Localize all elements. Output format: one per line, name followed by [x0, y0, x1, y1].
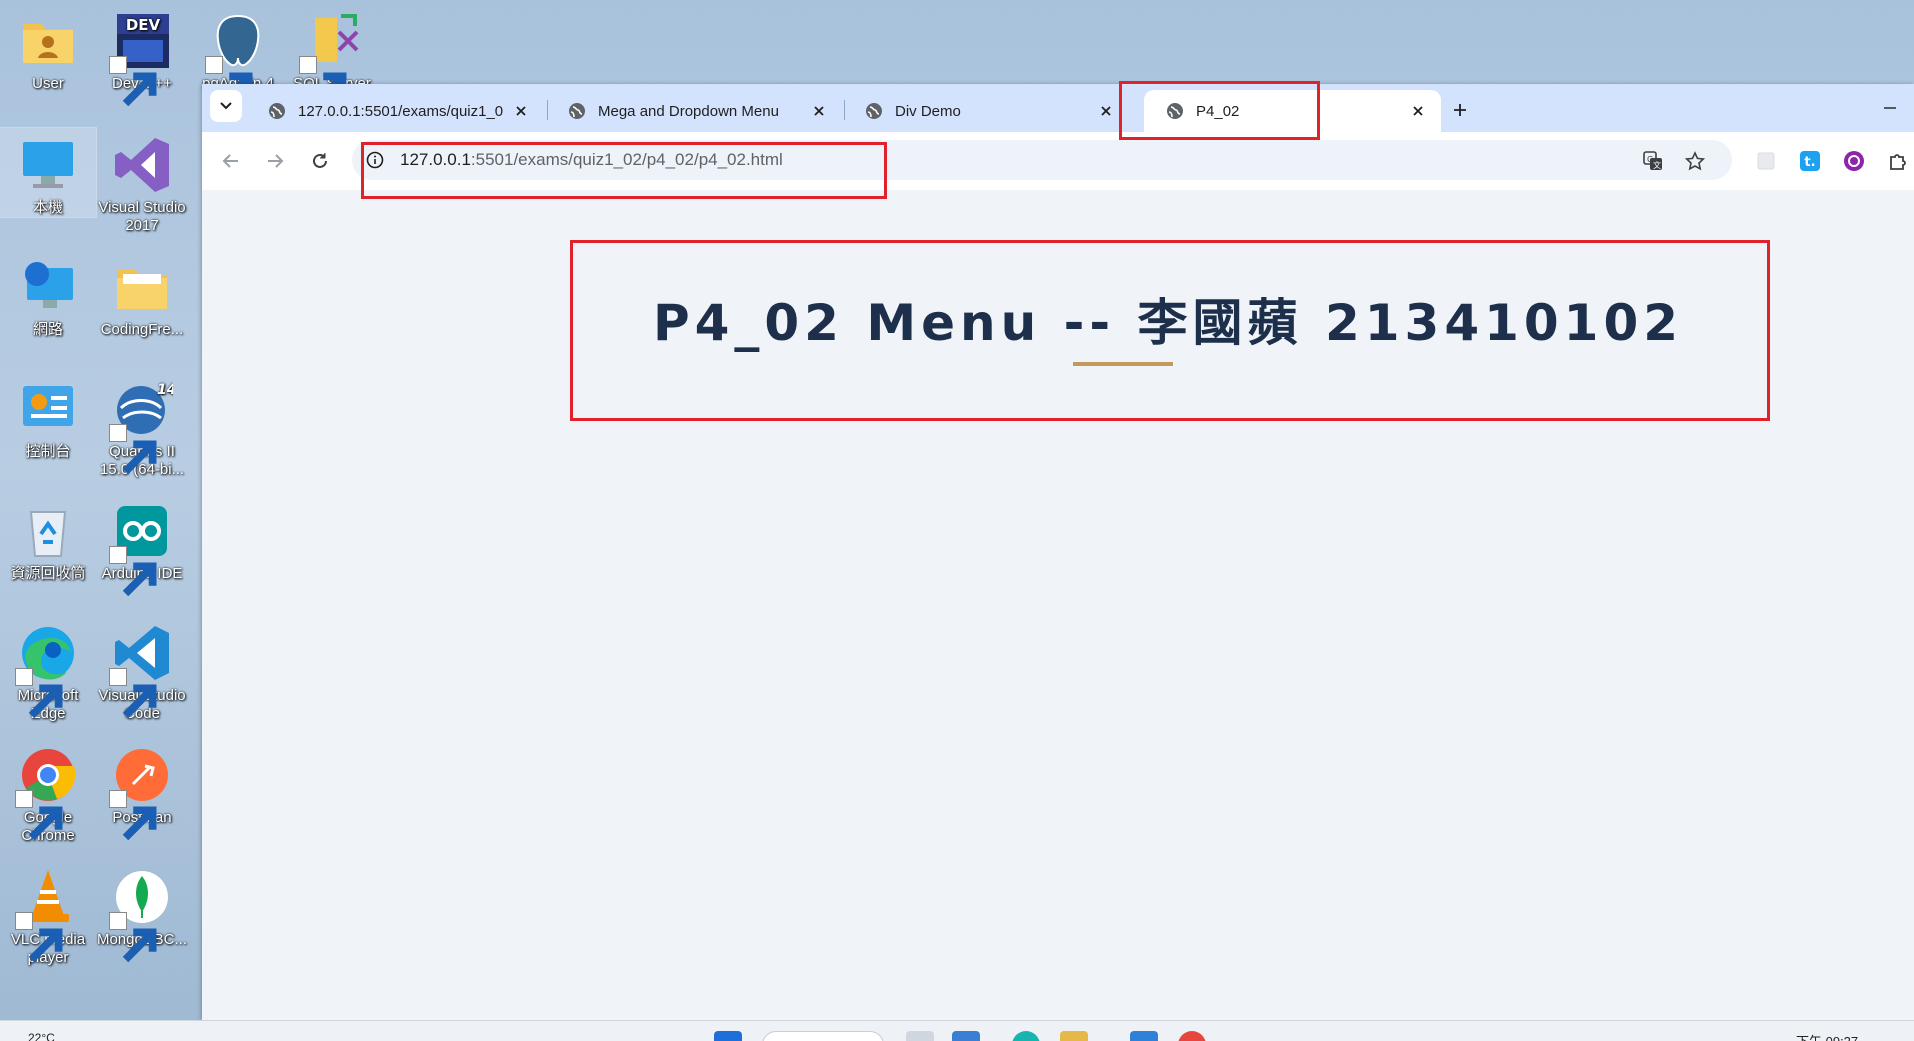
tab-mega-dropdown-menu[interactable]: Mega and Dropdown Menu [546, 90, 842, 132]
shortcut-arrow-icon [15, 790, 63, 841]
svg-text:14: 14 [157, 382, 173, 398]
purple-extension-icon [1844, 151, 1864, 171]
plus-icon [1454, 104, 1466, 116]
desktop-icon-sql-server[interactable]: SQL Server [284, 4, 380, 107]
shortcut-arrow-icon [205, 56, 253, 107]
globe-icon [866, 103, 882, 119]
close-icon [1101, 106, 1111, 116]
minimize-icon [1884, 107, 1896, 109]
desktop-icon-devcpp[interactable]: DEV Dev-C++ [94, 4, 190, 107]
tab-title: Mega and Dropdown Menu [598, 102, 779, 120]
visual-studio-icon [115, 138, 169, 192]
arrow-left-icon [222, 154, 238, 168]
shortcut-arrow-icon [109, 790, 157, 841]
translate-button[interactable]: G文 [1642, 150, 1664, 172]
close-icon [814, 106, 824, 116]
svg-text:文: 文 [1653, 160, 1661, 170]
desktop-icon-codingfre-folder[interactable]: CodingFre... [94, 250, 190, 339]
chevron-down-icon [220, 102, 232, 110]
extension-blank-button[interactable] [1754, 149, 1778, 173]
desktop-icon-label: 控制台 [25, 443, 71, 460]
tab-close-button[interactable] [512, 102, 530, 120]
tab-close-button[interactable] [1409, 102, 1427, 120]
desktop-icon-label: User [32, 75, 64, 92]
shortcut-arrow-icon [109, 546, 157, 597]
shortcut-arrow-icon [15, 912, 63, 963]
desktop-icon-pgadmin[interactable]: pgAdmin 4 [190, 4, 286, 107]
forward-button[interactable] [260, 146, 290, 176]
close-icon [516, 106, 526, 116]
desktop-icon-network[interactable]: 網路 [0, 250, 96, 339]
extension-purple-button[interactable] [1842, 149, 1866, 173]
reload-button[interactable] [305, 146, 335, 176]
desktop-icon-control-panel[interactable]: 控制台 [0, 372, 96, 461]
tab-title: 127.0.0.1:5501/exams/quiz1_0 [298, 102, 504, 120]
desktop-icon-vlc[interactable]: VLC media player [0, 860, 96, 967]
translate-icon: G文 [1643, 151, 1662, 170]
control-panel-icon [23, 386, 73, 426]
svg-text:DEV: DEV [126, 16, 161, 34]
close-icon [1413, 106, 1423, 116]
svg-text:t.: t. [1804, 155, 1815, 170]
extensions-menu-button[interactable] [1886, 149, 1910, 173]
extension-placeholder-icon [1757, 152, 1775, 170]
recycle-bin-icon [29, 511, 67, 557]
desktop-icon-label: 資源回收筒 [10, 565, 86, 582]
highlight-box-active-tab [1119, 81, 1320, 140]
shortcut-arrow-icon [15, 668, 63, 719]
user-folder-icon [23, 24, 73, 63]
desktop-icon-label: 本機 [32, 199, 63, 216]
desktop-icon-mongodb[interactable]: MongoDBC... [94, 860, 190, 963]
desktop-icon-postman[interactable]: Postman [94, 738, 190, 841]
back-button[interactable] [216, 146, 246, 176]
desktop-icon-quartus[interactable]: 14 Quartus II 15.0 (64-bi... [94, 372, 190, 479]
desktop-icon-this-pc[interactable]: 本機 [0, 127, 97, 218]
desktop-icon-recycle-bin[interactable]: 資源回收筒 [0, 494, 96, 583]
shortcut-arrow-icon [109, 424, 157, 475]
desktop-icon-label: CodingFre... [100, 321, 184, 338]
tab-close-button[interactable] [1097, 102, 1115, 120]
tab-strip: 127.0.0.1:5501/exams/quiz1_0 Mega and Dr… [202, 84, 1914, 132]
desktop-icon-chrome[interactable]: Google Chrome [0, 738, 96, 845]
extension-t-button[interactable]: t. [1798, 149, 1822, 173]
highlight-box-address [361, 142, 887, 199]
shortcut-arrow-icon [299, 56, 347, 107]
minimize-button[interactable] [1880, 98, 1900, 118]
globe-icon [569, 103, 585, 119]
tab-quiz1-url[interactable]: 127.0.0.1:5501/exams/quiz1_0 [246, 90, 544, 132]
desktop-icon-user[interactable]: User [0, 4, 96, 93]
tab-title: Div Demo [895, 102, 961, 120]
puzzle-icon [1890, 154, 1906, 170]
reload-icon [313, 153, 327, 168]
desktop-icon-vscode[interactable]: Visual Studio Code [94, 616, 190, 723]
taskbar: 22°C 下午 09:27 [0, 1020, 1914, 1041]
star-icon [1685, 151, 1705, 171]
browser-window: 127.0.0.1:5501/exams/quiz1_0 Mega and Dr… [202, 84, 1914, 1020]
shortcut-arrow-icon [109, 912, 157, 963]
desktop-icon-edge[interactable]: Microsoft Edge [0, 616, 96, 723]
folder-icon [117, 270, 167, 309]
desktop: User DEV Dev-C++ pgAdmin 4 SQL Server 本機… [0, 0, 371, 1022]
arrow-right-icon [268, 154, 284, 168]
desktop-icon-visual-studio[interactable]: Visual Studio 2017 [94, 128, 190, 235]
network-icon [25, 262, 73, 308]
desktop-icon-label: Visual Studio 2017 [98, 199, 186, 234]
tab-div-demo[interactable]: Div Demo [843, 90, 1129, 132]
globe-icon [269, 103, 285, 119]
bookmark-star-button[interactable] [1684, 150, 1706, 172]
this-pc-icon [23, 142, 73, 188]
desktop-icon-arduino[interactable]: Arduino IDE [94, 494, 190, 597]
tab-search-button[interactable] [210, 90, 242, 122]
desktop-icon-label: 網路 [32, 321, 63, 338]
shortcut-arrow-icon [109, 668, 157, 719]
t-extension-icon: t. [1800, 151, 1820, 171]
new-tab-button[interactable] [1446, 96, 1474, 124]
tab-close-button[interactable] [810, 102, 828, 120]
shortcut-arrow-icon [109, 56, 157, 107]
highlight-box-heading [570, 240, 1770, 421]
